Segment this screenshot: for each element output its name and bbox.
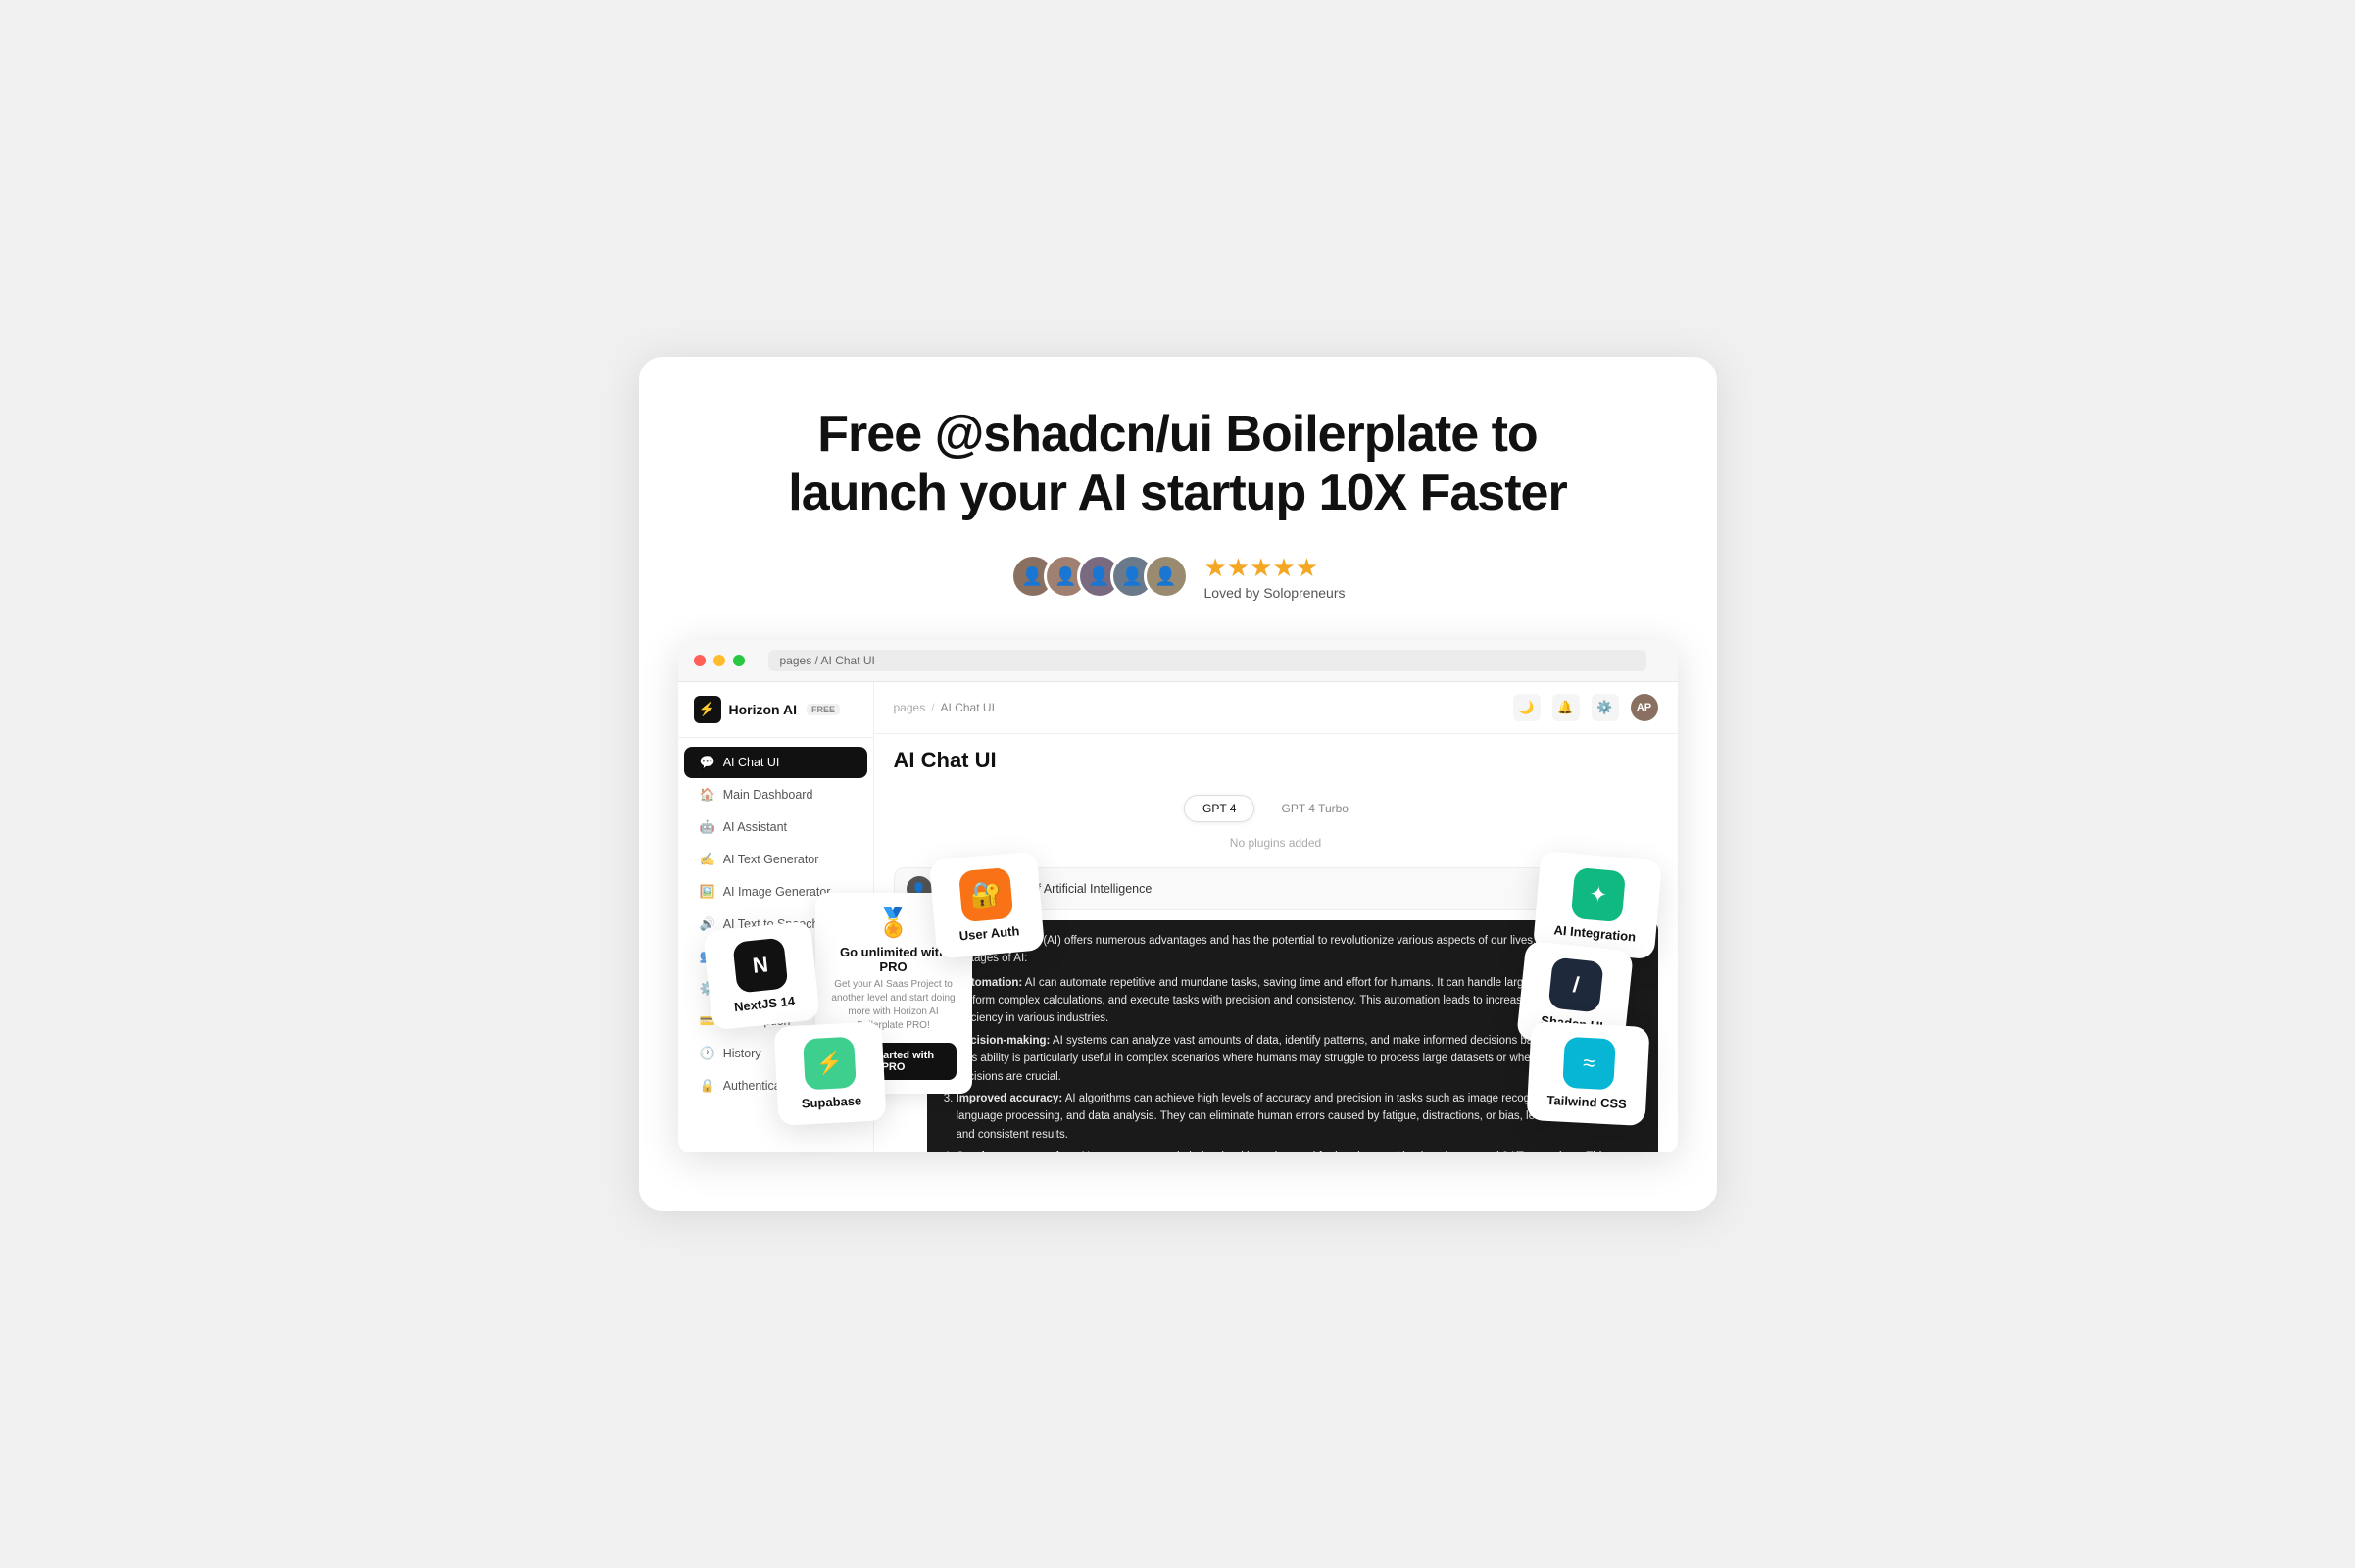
nav-item-label: AI Text Generator: [723, 853, 819, 866]
response-point-title-3: Improved accuracy:: [957, 1093, 1063, 1104]
history-icon: 🕐: [700, 1046, 715, 1061]
avatar: 👤: [1144, 554, 1189, 599]
browser-dot-yellow: [713, 655, 725, 666]
browser-dot-red: [694, 655, 706, 666]
assistant-icon: 🤖: [700, 819, 715, 835]
badge-supabase: ⚡ Supabase: [773, 1021, 886, 1126]
dashboard-icon: 🏠: [700, 787, 715, 803]
sidebar-item-main-dashboard[interactable]: 🏠 Main Dashboard: [684, 779, 867, 810]
headline: Free @shadcn/ui Boilerplate to launch yo…: [678, 406, 1678, 523]
sidebar-logo: ⚡ Horizon AI FREE: [678, 682, 873, 738]
badge-nextjs: N NextJS 14: [703, 920, 820, 1030]
logo-icon: ⚡: [694, 696, 721, 723]
image-generator-icon: 🖼️: [700, 884, 715, 900]
nav-item-label: AI Chat UI: [723, 756, 780, 769]
text-generator-icon: ✍️: [700, 852, 715, 867]
theme-toggle-button[interactable]: 🌙: [1513, 694, 1541, 721]
chat-user-input: The advantages of Artificial Intelligenc…: [940, 882, 1621, 896]
social-proof: 👤 👤 👤 👤 👤 ★★★★★ Loved by Solopreneurs: [678, 553, 1678, 601]
badge-user-auth: 🔐 User Auth: [928, 851, 1044, 958]
chat-icon: 💬: [700, 755, 715, 770]
auth-icon: 🔒: [700, 1078, 715, 1094]
stars-block: ★★★★★ Loved by Solopreneurs: [1204, 553, 1346, 601]
tailwind-icon: ≈: [1562, 1036, 1616, 1090]
outer-card: Free @shadcn/ui Boilerplate to launch yo…: [639, 357, 1717, 1211]
tab-gpt4-turbo[interactable]: GPT 4 Turbo: [1262, 795, 1366, 822]
settings-button[interactable]: ⚙️: [1592, 694, 1619, 721]
loved-text: Loved by Solopreneurs: [1204, 585, 1346, 601]
user-auth-label: User Auth: [958, 923, 1020, 943]
headline-line2: launch your AI startup 10X Faster: [788, 465, 1566, 521]
browser-url: pages / AI Chat UI: [768, 650, 1646, 671]
avatar-initials: AP: [1637, 702, 1651, 713]
nav-item-label: AI Assistant: [723, 820, 787, 834]
breadcrumb: pages / AI Chat UI: [894, 701, 995, 714]
response-point-title-4: Continuous operation:: [957, 1151, 1077, 1152]
nav-item-label: Main Dashboard: [723, 788, 813, 802]
nav-item-label: History: [723, 1047, 761, 1060]
sidebar-logo-text: Horizon AI: [729, 702, 797, 717]
content-header: pages / AI Chat UI 🌙 🔔 ⚙️ AP: [874, 682, 1678, 734]
response-item-4: Continuous operation: AI systems can wor…: [957, 1148, 1644, 1152]
tab-gpt4[interactable]: GPT 4: [1184, 795, 1254, 822]
page-title-bar: AI Chat UI: [874, 734, 1678, 783]
tab-gpt4-label: GPT 4: [1202, 802, 1236, 815]
text-to-speech-icon: 🔊: [700, 916, 715, 932]
sidebar-item-ai-assistant[interactable]: 🤖 AI Assistant: [684, 811, 867, 843]
avatars: 👤 👤 👤 👤 👤: [1010, 554, 1189, 599]
model-tabs: GPT 4 GPT 4 Turbo: [894, 795, 1658, 822]
supabase-icon: ⚡: [803, 1036, 857, 1090]
sidebar-item-ai-text-generator[interactable]: ✍️ AI Text Generator: [684, 844, 867, 875]
user-auth-icon: 🔐: [957, 867, 1012, 922]
nav-item-label: AI Image Generator: [723, 885, 831, 899]
ai-integration-icon: ✦: [1570, 867, 1625, 922]
tailwind-label: Tailwind CSS: [1546, 1093, 1627, 1111]
notifications-button[interactable]: 🔔: [1552, 694, 1580, 721]
sidebar-item-ai-chat-ui[interactable]: 💬 AI Chat UI: [684, 747, 867, 778]
breadcrumb-separator: /: [931, 701, 934, 714]
content-wrapper: 🔐 User Auth ✦ AI Integration N NextJS 14…: [678, 640, 1678, 1152]
ai-integration-label: AI Integration: [1553, 922, 1637, 944]
headline-line1: Free @shadcn/ui Boilerplate to: [817, 406, 1537, 463]
breadcrumb-current: AI Chat UI: [941, 701, 995, 714]
breadcrumb-parent: pages: [894, 701, 926, 714]
supabase-label: Supabase: [801, 1093, 861, 1110]
shadcn-icon: /: [1547, 956, 1603, 1012]
user-avatar[interactable]: AP: [1631, 694, 1658, 721]
nextjs-icon: N: [732, 937, 788, 993]
nextjs-label: NextJS 14: [733, 993, 795, 1013]
page-title: AI Chat UI: [894, 748, 1658, 773]
no-plugins-text: No plugins added: [894, 836, 1658, 850]
sidebar-free-badge: FREE: [807, 704, 840, 715]
header-actions: 🌙 🔔 ⚙️ AP: [1513, 694, 1658, 721]
browser-bar: pages / AI Chat UI: [678, 640, 1678, 682]
browser-dot-green: [733, 655, 745, 666]
tab-gpt4-turbo-label: GPT 4 Turbo: [1281, 802, 1348, 815]
badge-tailwind: ≈ Tailwind CSS: [1527, 1021, 1651, 1126]
stars: ★★★★★: [1204, 553, 1319, 583]
